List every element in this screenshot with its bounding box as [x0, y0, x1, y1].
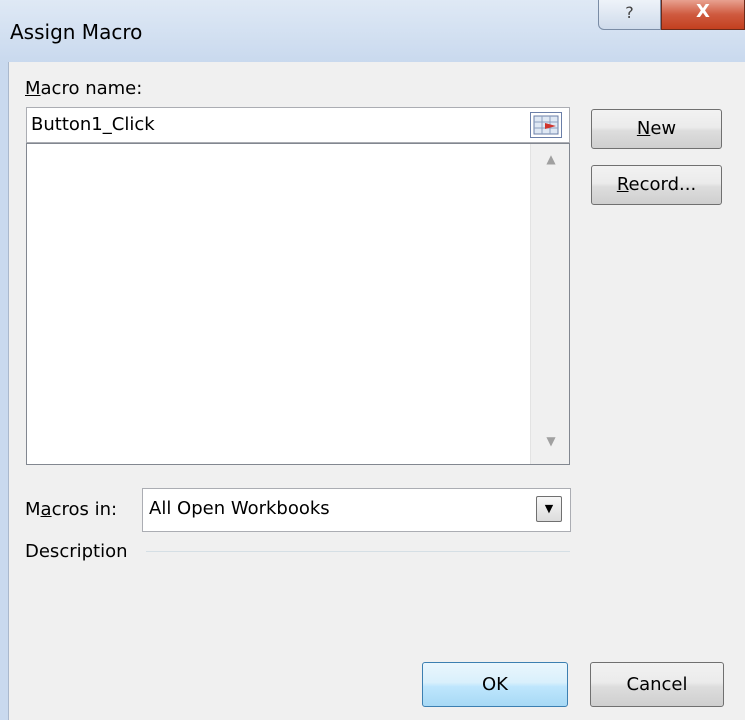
macros-in-dropdown[interactable]: All Open Workbooks	[142, 488, 571, 532]
ok-button[interactable]: OK	[422, 662, 568, 707]
macros-in-label: Macros in:	[25, 499, 118, 520]
reference-picker-icon[interactable]	[530, 112, 562, 138]
description-divider	[146, 551, 570, 552]
help-icon: ?	[625, 3, 634, 22]
new-button[interactable]: New	[591, 109, 722, 149]
macro-name-label: Macro name:	[25, 78, 143, 99]
macro-list-scrollbar[interactable]: ▲ ▼	[530, 144, 569, 464]
cancel-button[interactable]: Cancel	[590, 662, 724, 707]
description-label: Description	[25, 541, 128, 562]
scroll-up-icon[interactable]: ▲	[541, 152, 561, 166]
window-title: Assign Macro	[10, 20, 143, 44]
close-button[interactable]: X	[661, 0, 745, 30]
window-frame	[0, 62, 8, 720]
macro-list[interactable]	[26, 143, 570, 465]
close-icon: X	[696, 1, 710, 22]
scroll-down-icon[interactable]: ▼	[541, 434, 561, 448]
macro-name-input[interactable]: Button1_Click	[26, 107, 570, 143]
chevron-down-icon[interactable]: ▼	[536, 496, 562, 522]
record-button[interactable]: Record...	[591, 165, 722, 205]
help-button[interactable]: ?	[598, 0, 661, 30]
